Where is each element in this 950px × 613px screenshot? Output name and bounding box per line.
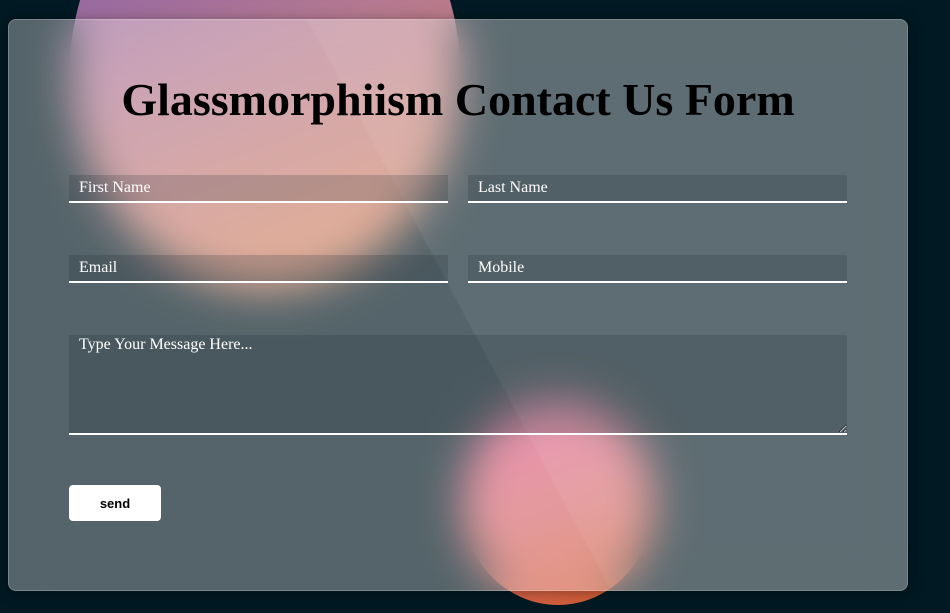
send-button[interactable]: send (69, 485, 161, 521)
mobile-field[interactable] (468, 255, 847, 283)
contact-form-card: Glassmorphiism Contact Us Form send (8, 19, 908, 591)
last-name-field[interactable] (468, 175, 847, 203)
message-textarea[interactable] (69, 335, 847, 435)
email-field[interactable] (69, 255, 448, 283)
form-title: Glassmorphiism Contact Us Form (121, 74, 795, 125)
first-name-field[interactable] (69, 175, 448, 203)
